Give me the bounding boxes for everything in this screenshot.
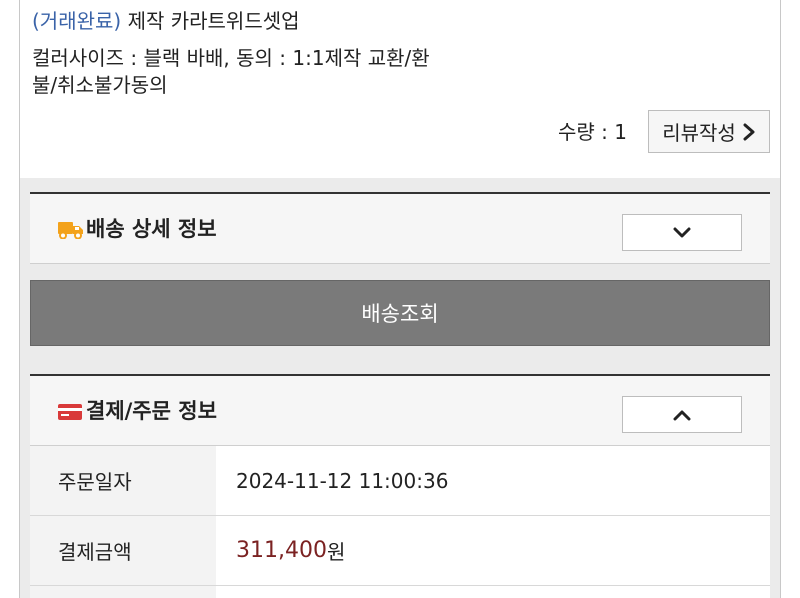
payment-amount-value: 311,400 원: [236, 516, 345, 585]
order-detail-frame: (거래완료) 제작 카라트위드셋업 컬러사이즈 : 블랙 바배, 동의 : 1:…: [19, 0, 781, 598]
chevron-right-icon: [743, 123, 755, 140]
table-row: 주문일자 2024-11-12 11:00:36: [30, 446, 770, 516]
credit-card-icon: [58, 404, 82, 420]
product-title: (거래완료) 제작 카라트위드셋업: [32, 7, 300, 35]
order-status: (거래완료): [32, 9, 122, 33]
product-name: 제작 카라트위드셋업: [127, 9, 300, 33]
truck-icon: [58, 222, 83, 239]
payment-amount-unit: 원: [326, 540, 346, 564]
options-line-1: 컬러사이즈 : 블랙 바배, 동의 : 1:1제작 교환/환: [32, 46, 430, 70]
shipping-section-header: 배송 상세 정보: [30, 192, 770, 264]
table-row: 결제금액 311,400 원: [30, 516, 770, 586]
options-line-2: 불/취소불가동의: [32, 73, 168, 97]
payment-amount-number: 311,400: [236, 538, 327, 563]
write-review-button[interactable]: 리뷰작성: [648, 110, 770, 153]
payment-amount-label: 결제금액: [30, 516, 216, 585]
payment-info-table: 주문일자 2024-11-12 11:00:36 결제금액 311,400 원: [30, 446, 770, 598]
payment-section-title: 결제/주문 정보: [86, 399, 217, 423]
order-date-value: 2024-11-12 11:00:36: [236, 468, 449, 493]
quantity-text: 수량 : 1: [558, 120, 627, 144]
product-options: 컬러사이즈 : 블랙 바배, 동의 : 1:1제작 교환/환 불/취소불가동의: [32, 45, 472, 99]
track-shipping-button[interactable]: 배송조회: [30, 280, 770, 346]
table-row: [30, 586, 770, 598]
chevron-up-icon: [673, 410, 691, 420]
product-block: (거래완료) 제작 카라트위드셋업 컬러사이즈 : 블랙 바배, 동의 : 1:…: [20, 0, 780, 178]
next-row-label: [30, 586, 216, 598]
payment-section-header: 결제/주문 정보: [30, 374, 770, 446]
shipping-toggle-button[interactable]: [622, 214, 742, 251]
write-review-label: 리뷰작성: [662, 121, 736, 145]
shipping-section-title: 배송 상세 정보: [86, 217, 217, 241]
order-date-label: 주문일자: [30, 446, 216, 515]
chevron-down-icon: [673, 227, 691, 237]
payment-toggle-button[interactable]: [622, 396, 742, 433]
